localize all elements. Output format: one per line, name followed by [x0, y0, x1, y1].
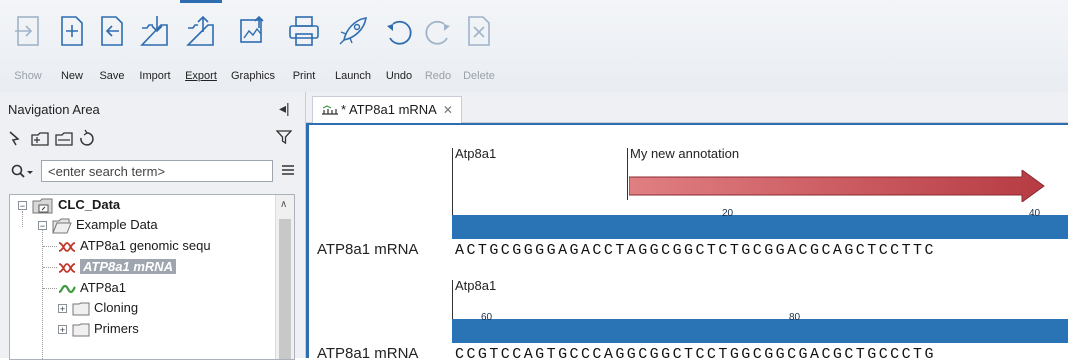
new-button[interactable]: New: [54, 14, 90, 88]
redo-button[interactable]: Redo: [419, 14, 457, 88]
undo-icon: [387, 20, 412, 45]
tab-atp8a1-mrna[interactable]: * ATP8a1 mRNA ✕: [312, 96, 462, 123]
search-menu-icon[interactable]: [281, 163, 295, 177]
sequence-residues-row2[interactable]: CCGTCCAGTGCCCAGGCGGCTCCTGGCGGCGACGCTGCCC…: [455, 346, 936, 363]
position-label-20: 20: [722, 208, 734, 219]
sequence-name-row1: ATP8a1 mRNA: [317, 241, 419, 258]
expand-primers-toggle[interactable]: +: [58, 325, 67, 335]
tab-label: * ATP8a1 mRNA: [341, 102, 437, 117]
import-label: Import: [139, 70, 171, 82]
redo-label: Redo: [424, 70, 452, 82]
undo-label: Undo: [385, 70, 413, 82]
protein-sequence-icon: [58, 284, 76, 293]
import-icon: [140, 16, 168, 46]
dna-sequence-icon: [58, 241, 76, 252]
collapse-panel-icon[interactable]: ◂|: [279, 100, 290, 117]
folder-icon: [72, 302, 90, 316]
folder-icon: [72, 323, 90, 337]
sequence-view: Atp8a1 My new annotation 20 40 ATP8a1 mR…: [306, 123, 1068, 363]
sequence-track-row2: [452, 319, 1068, 343]
annotation-arrow[interactable]: [629, 170, 1047, 202]
navigation-area: Navigation Area ◂| <enter search term> −…: [0, 92, 306, 360]
navigation-tree: − CLC_Data − Example Data ATP8a1 genomic…: [9, 194, 295, 360]
sequence-residues-row1[interactable]: ACTGCGGGGAGACCTAGGCGGCTCTGCGGACGCAGCTCCT…: [455, 242, 936, 259]
launch-label: Launch: [334, 70, 372, 82]
launch-icon: [339, 17, 367, 45]
delete-icon: [468, 16, 490, 46]
new-label: New: [60, 70, 83, 82]
tree-label-cloning: Cloning: [94, 300, 139, 315]
tree-label-protein: ATP8a1: [80, 280, 127, 295]
toolbar: Show New Save Import Export Graphics Pri…: [0, 0, 1068, 93]
annotation-tick: [452, 168, 453, 218]
editor-tab-strip: * ATP8a1 mRNA ✕: [306, 92, 1068, 123]
print-label: Print: [292, 70, 316, 82]
position-label-40: 40: [1029, 208, 1041, 219]
search-options-icon[interactable]: [10, 164, 36, 180]
launch-button[interactable]: Launch: [328, 14, 378, 88]
position-label-60: 60: [481, 312, 493, 323]
open-folder-icon[interactable]: [55, 132, 73, 146]
add-location-icon[interactable]: [9, 131, 20, 146]
nav-title: Navigation Area: [8, 102, 100, 117]
tree-label-genomic: ATP8a1 genomic sequ: [80, 238, 211, 253]
print-button[interactable]: Print: [282, 14, 326, 88]
collapse-folder-toggle[interactable]: −: [38, 221, 47, 231]
scroll-up-icon[interactable]: ∧: [280, 199, 287, 210]
dna-sequence-icon: [58, 262, 76, 273]
tree-label-mrna: ATP8a1 mRNA: [80, 259, 177, 274]
data-location-icon: [32, 198, 53, 214]
annotation-label-gene-row2[interactable]: Atp8a1: [455, 278, 496, 293]
annotation-label-gene[interactable]: Atp8a1: [455, 146, 496, 161]
refresh-icon[interactable]: [80, 129, 94, 146]
tree-label-folder: Example Data: [76, 217, 158, 232]
tree-label-root: CLC_Data: [58, 197, 121, 212]
redo-icon: [425, 20, 450, 45]
export-icon: [186, 15, 214, 46]
expand-cloning-toggle[interactable]: +: [58, 304, 67, 314]
show-icon: [15, 16, 39, 46]
search-input[interactable]: [41, 160, 273, 182]
graphics-icon: [240, 15, 264, 43]
show-button[interactable]: Show: [8, 14, 48, 88]
nav-tools: [8, 128, 104, 151]
tree-item-protein[interactable]: ATP8a1: [58, 278, 126, 298]
filter-icon[interactable]: [276, 129, 292, 145]
new-folder-icon[interactable]: [31, 132, 49, 146]
scroll-thumb[interactable]: [279, 219, 291, 359]
tree-label-primers: Primers: [94, 321, 139, 336]
undo-button[interactable]: Undo: [379, 14, 419, 88]
tree-item-example-data[interactable]: Example Data: [52, 215, 158, 235]
annotation-tick: [452, 148, 453, 168]
close-tab-icon[interactable]: ✕: [443, 103, 453, 117]
delete-button[interactable]: Delete: [457, 14, 501, 88]
position-label-80: 80: [789, 312, 801, 323]
search-bar: [8, 160, 298, 184]
tree-item-primers[interactable]: Primers: [72, 319, 139, 339]
save-button[interactable]: Save: [92, 14, 132, 88]
collapse-root-toggle[interactable]: −: [18, 201, 27, 211]
tree-item-cloning[interactable]: Cloning: [72, 298, 138, 318]
sequence-track-row1: [452, 215, 1068, 239]
annotation-label-new[interactable]: My new annotation: [630, 146, 739, 161]
graphics-label: Graphics: [230, 70, 276, 82]
tree-item-genomic[interactable]: ATP8a1 genomic sequ: [58, 236, 211, 256]
delete-label: Delete: [463, 70, 495, 82]
annotation-tick: [627, 148, 628, 200]
sequence-tab-icon: [322, 104, 338, 115]
new-icon: [61, 16, 83, 46]
save-label: Save: [99, 70, 125, 82]
show-label: Show: [14, 70, 42, 82]
sequence-name-row2: ATP8a1 mRNA: [317, 345, 419, 362]
import-button[interactable]: Import: [133, 14, 177, 88]
graphics-button[interactable]: Graphics: [226, 14, 280, 88]
tree-item-clc-data[interactable]: CLC_Data: [32, 195, 120, 215]
tree-item-mrna[interactable]: ATP8a1 mRNA: [58, 257, 177, 277]
export-label: Export: [185, 70, 217, 82]
export-button[interactable]: Export: [178, 0, 224, 88]
tree-scrollbar[interactable]: ∧: [275, 195, 294, 359]
print-icon: [289, 16, 319, 46]
save-icon: [101, 16, 123, 46]
open-folder-icon: [52, 218, 72, 234]
